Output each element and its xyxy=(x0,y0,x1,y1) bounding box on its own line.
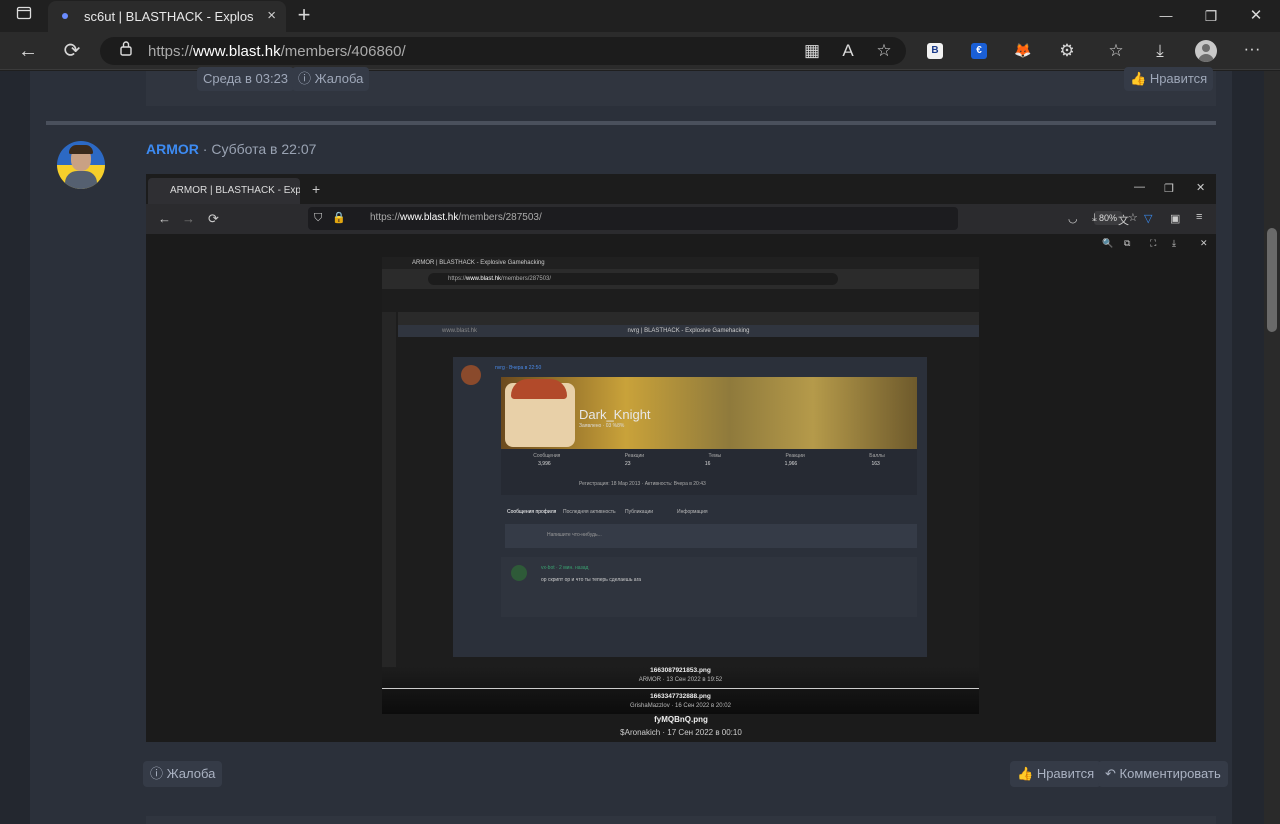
nested-sidebar xyxy=(382,312,396,682)
nested-post-author: nvrg · Вчера в 22:50 xyxy=(495,365,542,371)
embedded-tab-bar: ARMOR | BLASTHACK - Explosive Gamehackin… xyxy=(146,174,1216,204)
comment-button[interactable]: ↶ Комментировать xyxy=(1098,761,1228,787)
tab-close-icon[interactable]: × xyxy=(267,7,276,24)
embedded-vpn-icon: ▽ xyxy=(1144,213,1153,225)
embedded-pocket-icon: ◡ xyxy=(1068,213,1078,225)
metamask-icon[interactable]: 🦊 xyxy=(1014,42,1031,58)
minimize-icon[interactable]: — xyxy=(1154,4,1178,28)
url-text: https://www.blast.hk/members/406860/ xyxy=(148,43,406,60)
nested-url-text: https://www.blast.hk/members/287503/ xyxy=(428,273,838,285)
embedded-lock-icon: 🔒 xyxy=(332,212,346,224)
embedded-screenshot[interactable]: ARMOR | BLASTHACK - Explosive Gamehackin… xyxy=(146,174,1216,742)
embedded-caption-meta: $Aronakich · 17 Сен 2022 в 00:10 xyxy=(620,728,742,737)
browser-tab-active[interactable]: sc6ut | BLASTHACK - Explosive Gamehackin… xyxy=(48,1,286,32)
report-button[interactable]: ⓘ Жалоба xyxy=(143,761,223,787)
nested-footer: 1663087921853.png ARMOR · 13 Сен 2022 в … xyxy=(382,667,979,714)
embedded-tab: ARMOR | BLASTHACK - Explosive Gamehackin… xyxy=(148,178,300,204)
nested-caption-meta-2: GrishaMazzlov · 16 Сен 2022 в 20:02 xyxy=(630,703,731,709)
collections-icon[interactable]: ☆ xyxy=(1104,39,1128,63)
profile-avatar[interactable] xyxy=(1195,40,1217,62)
thumbs-up-icon: 👍 xyxy=(1017,766,1034,781)
embedded-caption-file: fyMQBnQ.png xyxy=(654,715,708,724)
embedded-back-icon: ← xyxy=(158,211,171,226)
previous-post-report-button[interactable]: ⓘ Жалоба xyxy=(292,67,370,91)
nested-profile-banner: Dark_Knight Заявлено · 03 %8% xyxy=(501,377,917,449)
embedded-ext-icon: ▣ xyxy=(1170,213,1181,225)
apps-icon[interactable]: ▦ xyxy=(800,39,824,63)
nested-reply: vx-bot · 2 мин. назад ор скрипт ор и что… xyxy=(501,557,917,617)
reply-icon: ↶ xyxy=(1105,766,1116,781)
back-icon[interactable]: ← xyxy=(16,39,40,63)
previous-post-like-button[interactable]: 👍 Нравится xyxy=(1124,67,1214,91)
previous-post-card: Среда в 03:23 ⓘ Жалоба 👍 Нравится xyxy=(146,67,1216,106)
extension-euro-icon[interactable]: € xyxy=(971,43,987,59)
viewer-close-icon: ✕ xyxy=(1200,238,1208,248)
thumbs-up-icon: 👍 xyxy=(1130,71,1147,86)
embedded-download-icon: ⤓ xyxy=(1092,212,1097,224)
nested-caption-file-2: 1663347732888.png xyxy=(650,693,711,700)
favorite-icon[interactable]: ☆ xyxy=(872,39,896,63)
extensions-icon[interactable]: ⚙ xyxy=(1055,39,1079,63)
embedded-menu-icon: ≡ xyxy=(1196,211,1203,223)
new-tab-icon[interactable]: + xyxy=(292,3,316,27)
report-icon: ⓘ xyxy=(298,71,312,86)
nested-screenshot: ARMOR | BLASTHACK - Explosive Gamehackin… xyxy=(382,257,979,714)
tab-actions-icon[interactable] xyxy=(12,4,36,28)
tab-title: sc6ut | BLASTHACK - Explosive Gamehackin… xyxy=(84,9,254,24)
embedded-nav-bar: ← → ⟳ ⛉ 🔒 https://www.blast.hk/members/2… xyxy=(146,204,1216,234)
nested-tab-bar: ARMOR | BLASTHACK - Explosive Gamehackin… xyxy=(382,257,979,269)
embedded-refresh-icon: ⟳ xyxy=(208,211,219,226)
nested-caption-file-1: 1663087921853.png xyxy=(650,667,711,674)
window-close-icon[interactable]: ✕ xyxy=(1244,4,1268,28)
nested-stats: Сообщения Реакции Темы Реакции Баллы 3,9… xyxy=(501,449,917,495)
refresh-icon[interactable]: ⟳ xyxy=(60,39,84,63)
embedded-url-text: https://www.blast.hk/members/287503/ xyxy=(370,212,542,223)
header-separator: · xyxy=(198,141,212,157)
nested-profile-tabs: Сообщения профиля Последняя активность П… xyxy=(507,509,708,515)
nested-profile-card: nvrg · Вчера в 22:50 Dark_Knight Заявлен… xyxy=(453,357,927,657)
more-menu-icon[interactable]: ··· xyxy=(1240,37,1264,61)
browser-tab-bar: sc6ut | BLASTHACK - Explosive Gamehackin… xyxy=(0,0,1280,32)
address-bar[interactable]: https://www.blast.hk/members/406860/ ▦ A… xyxy=(100,37,906,65)
page-scrollbar[interactable] xyxy=(1264,71,1280,824)
embedded-shield-icon: ⛉ xyxy=(314,212,323,224)
nested-nav-bar: https://www.blast.hk/members/287503/ xyxy=(382,269,979,289)
report-icon: ⓘ xyxy=(150,766,164,781)
like-button[interactable]: 👍 Нравится xyxy=(1010,761,1102,787)
nested-avatar xyxy=(461,365,481,385)
embedded-restore-icon: ❐ xyxy=(1164,183,1174,195)
embedded-close-icon: ✕ xyxy=(1196,182,1206,194)
download-icon[interactable]: ⤓ xyxy=(1148,39,1172,63)
post-divider xyxy=(46,121,1216,125)
extension-b-icon[interactable]: B xyxy=(927,43,943,59)
nested-separator xyxy=(382,688,979,689)
scrollbar-thumb[interactable] xyxy=(1267,228,1277,332)
embedded-translate-icon: 文 xyxy=(1118,215,1129,227)
viewer-download-icon: ⤓ xyxy=(1172,238,1176,248)
embedded-forward-icon: → xyxy=(182,211,195,226)
embedded-minimize-icon: — xyxy=(1134,181,1145,193)
nested-profile-sub: Заявлено · 03 %8% xyxy=(579,423,625,429)
nested-profile-name: Dark_Knight xyxy=(579,407,651,422)
embedded-new-tab-icon: + xyxy=(312,181,321,197)
nested-window-title: www.blast.hk nvrg | BLASTHACK - Explosiv… xyxy=(398,325,979,337)
author-avatar[interactable] xyxy=(57,141,105,189)
favicon-icon xyxy=(62,13,68,19)
nested-caption-meta-1: ARMOR · 13 Сен 2022 в 19:52 xyxy=(638,677,723,683)
embedded-star-icon: ☆ xyxy=(1128,212,1138,224)
author-name-link[interactable]: ARMOR xyxy=(146,141,199,157)
read-aloud-icon[interactable]: A xyxy=(836,39,860,63)
nested-post-box: Напишите что-нибудь... xyxy=(505,524,917,548)
viewer-open-icon: ⧉ xyxy=(1124,238,1131,248)
lock-icon xyxy=(114,39,138,63)
viewer-zoom-icon: 🔍 xyxy=(1102,238,1114,248)
browser-toolbar: ← ⟳ https://www.blast.hk/members/406860/… xyxy=(0,32,1280,70)
post-header: ARMOR · Суббота в 22:07 xyxy=(146,141,316,157)
viewer-fullscreen-icon: ⛶ xyxy=(1150,238,1157,248)
post-date-link[interactable]: Суббота в 22:07 xyxy=(211,141,316,157)
previous-post-date[interactable]: Среда в 03:23 xyxy=(197,67,295,91)
embedded-url-bar: ⛉ 🔒 https://www.blast.hk/members/287503/… xyxy=(308,207,1138,230)
next-post-card xyxy=(146,816,1216,824)
restore-icon[interactable]: ❐ xyxy=(1199,4,1223,28)
